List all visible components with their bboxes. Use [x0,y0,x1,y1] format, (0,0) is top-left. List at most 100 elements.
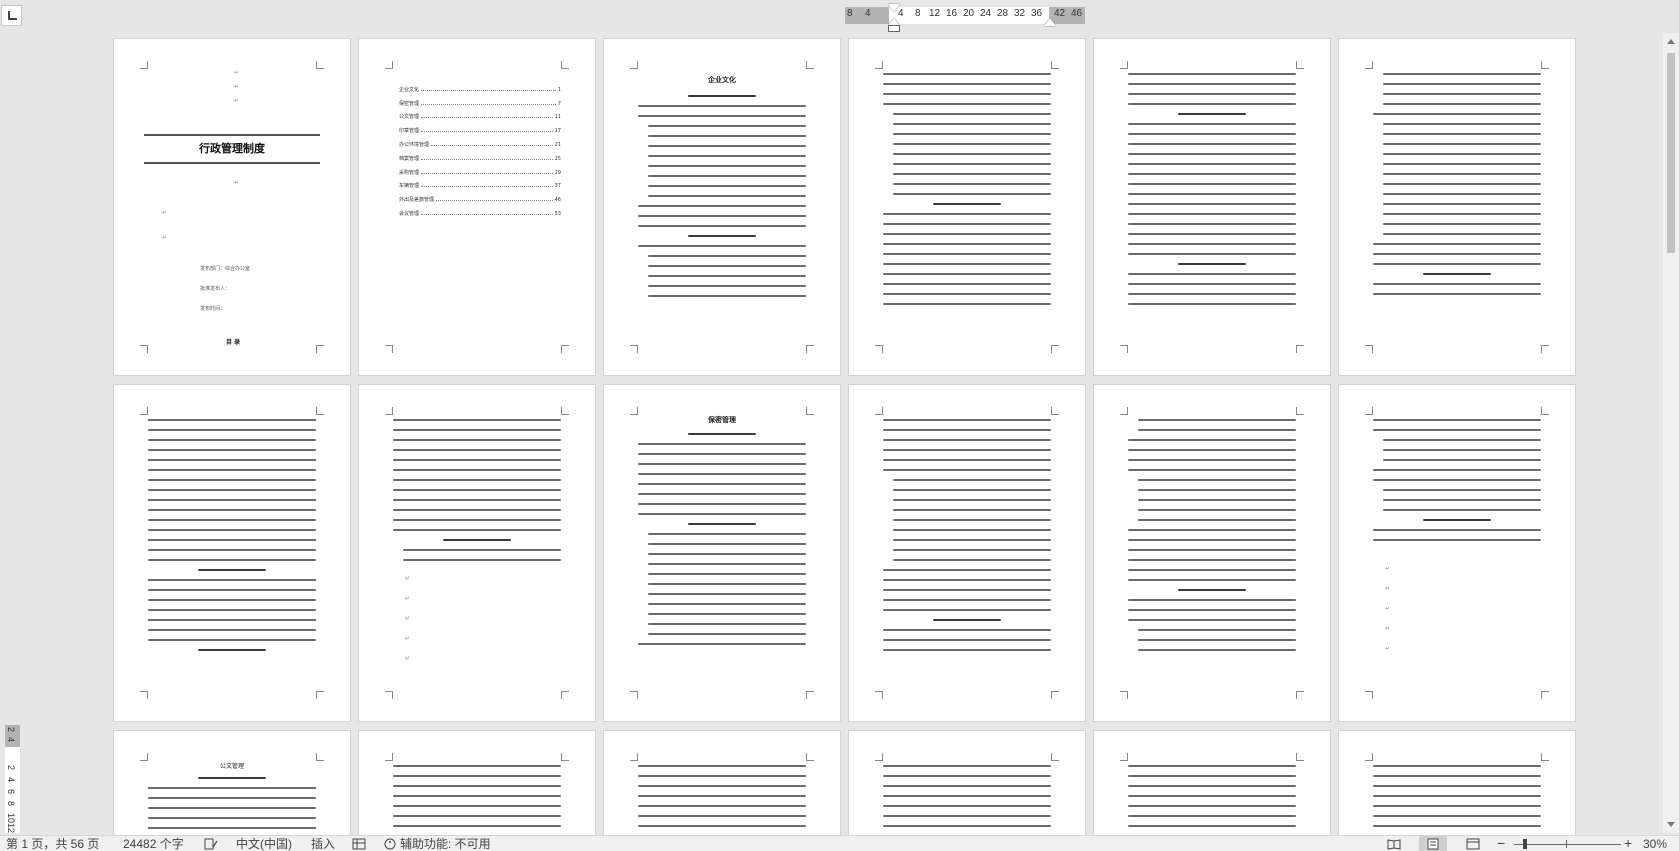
read-mode-icon[interactable] [1387,838,1401,850]
print-layout-button[interactable] [1419,836,1447,851]
crop-mark [630,345,638,353]
crop-mark [1296,345,1304,353]
macro-record-icon[interactable] [352,838,366,850]
paragraph-mark-icon: ↵ [405,615,411,622]
page-17[interactable] [1093,730,1331,840]
page-4[interactable] [848,38,1086,376]
text-lines [638,95,806,341]
toc-entry-label: 保密管理 [399,100,420,107]
page-13[interactable]: 公文管理 [113,730,351,840]
toc-entry[interactable]: 会议管理 53 [399,203,561,217]
page-7[interactable] [113,384,351,722]
scroll-down-icon[interactable] [1667,822,1675,827]
scrollbar-thumb[interactable] [1667,53,1675,253]
ruler-tick: 36 [1031,8,1043,19]
page-3[interactable]: 企业文化 [603,38,841,376]
crop-mark [1051,407,1059,415]
text-lines [883,73,1051,341]
toc-entry[interactable]: 采购管理 29 [399,162,561,176]
crop-mark [806,407,814,415]
zoom-slider[interactable] [1514,844,1621,845]
paragraph-mark-icon: ↵ [1385,625,1391,632]
paragraph-mark-icon: ↵ [162,209,168,216]
ruler-tick: 8 [915,8,921,19]
toc-heading: 目 录 [226,339,241,346]
page-1[interactable]: ↵ ↵ ↵ 行政管理制度 ↵ ↵ ↵ 发布部门：综合办公室 批准发布人： 发布时… [113,38,351,376]
publish-date: 发布时间： [200,306,226,312]
text-lines [148,419,316,687]
text-lines [1128,419,1296,687]
toc-entry[interactable]: 档案管理 25 [399,148,561,162]
page-8[interactable]: ↵ ↵ ↵ ↵ ↵ [358,384,596,722]
accessibility-icon[interactable] [383,838,397,850]
scroll-up-icon[interactable] [1667,39,1675,44]
crop-mark [561,61,569,69]
crop-mark [806,691,814,699]
crop-mark [1120,691,1128,699]
ruler-tick: 16 [946,8,958,19]
crop-mark [875,753,883,761]
language-indicator[interactable]: 中文(中国) [236,837,292,851]
vertical-ruler[interactable]: 2 4 2 4 6 8 10 12 [5,725,20,833]
right-indent-marker[interactable] [1044,17,1056,26]
crop-mark [1296,407,1304,415]
section-heading: 企业文化 [708,76,736,84]
crop-mark [316,753,324,761]
crop-mark [385,691,393,699]
toc-entry-label: 外出及差旅管理 [399,197,435,204]
paragraph-mark-icon: ↵ [1385,585,1391,592]
crop-mark [561,345,569,353]
toc-entry[interactable]: 企业文化 1 [399,79,561,93]
crop-mark [1541,407,1549,415]
toc-entry-page: 17 [554,128,561,135]
crop-mark [630,61,638,69]
first-line-indent-marker[interactable] [888,4,900,13]
toc-entry[interactable]: 印章管理 17 [399,120,561,134]
toc-entry[interactable]: 外出及差旅管理 46 [399,189,561,203]
page-5[interactable] [1093,38,1331,376]
crop-mark [630,753,638,761]
zoom-level[interactable]: 30% [1643,837,1667,851]
left-indent-marker[interactable] [888,25,900,32]
page-11[interactable] [1093,384,1331,722]
ruler-tick: 24 [980,8,992,19]
page-number-indicator[interactable]: 第 1 页，共 56 页 [6,837,99,851]
text-lines [1373,419,1541,541]
toc-entry-label: 公文管理 [399,114,420,121]
web-layout-icon[interactable] [1466,838,1480,850]
page-10[interactable] [848,384,1086,722]
horizontal-ruler[interactable]: 8 4 4 8 12 16 20 24 28 32 36 42 46 [845,4,1085,32]
zoom-slider-thumb[interactable] [1523,839,1527,849]
toc-entry[interactable]: 公文管理 11 [399,107,561,121]
insert-mode-indicator[interactable]: 插入 [311,837,335,851]
toc-entry-label: 印章管理 [399,128,420,135]
tab-selector[interactable] [1,5,22,26]
ruler-tick: 12 [6,823,16,834]
text-lines [1373,765,1541,839]
page-2[interactable]: 企业文化 1 保密管理 7 公文管理 11 印章管理 17 办公环境管理 21 档案管理 2… [358,38,596,376]
toc-entry-page: 25 [554,155,561,162]
crop-mark [1365,691,1373,699]
toc-entry[interactable]: 车辆管理 37 [399,176,561,189]
page-14[interactable] [358,730,596,840]
page-6[interactable] [1338,38,1576,376]
crop-mark [385,345,393,353]
toc-entry[interactable]: 保密管理 7 [399,93,561,107]
paragraph-mark-icon: ↵ [405,655,411,662]
vertical-scrollbar[interactable] [1663,33,1679,833]
zoom-in-button[interactable]: + [1624,835,1632,851]
crop-mark [1120,753,1128,761]
page-12[interactable]: ↵ ↵ ↵ ↵ ↵ [1338,384,1576,722]
page-9[interactable]: 保密管理 [603,384,841,722]
word-count[interactable]: 24482 个字 [123,837,184,851]
page-16[interactable] [848,730,1086,840]
crop-mark [1120,345,1128,353]
crop-mark [316,345,324,353]
toc-entry[interactable]: 办公环境管理 21 [399,134,561,148]
accessibility-status[interactable]: 辅助功能: 不可用 [400,837,491,851]
page-18[interactable] [1338,730,1576,840]
page-15[interactable] [603,730,841,840]
proofing-icon[interactable] [204,838,218,850]
zoom-out-button[interactable]: − [1497,835,1505,851]
toc-entry-label: 会议管理 [399,210,420,217]
